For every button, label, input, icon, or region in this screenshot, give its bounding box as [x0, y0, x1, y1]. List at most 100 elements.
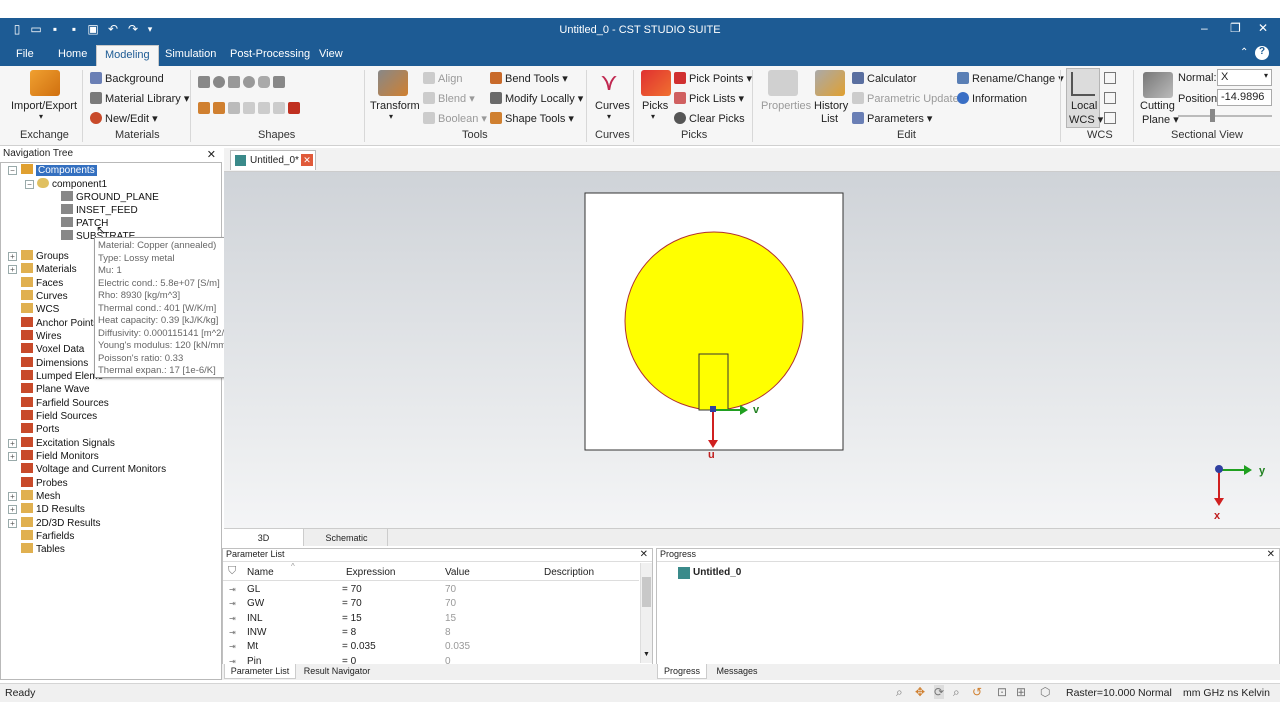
tree-item[interactable]: Field Monitors — [21, 450, 99, 463]
bend-tools-button[interactable]: Bend Tools ▾ — [490, 72, 568, 85]
clear-picks-button[interactable]: Clear Picks — [674, 112, 745, 125]
rotate-view-icon[interactable]: ⟳ — [934, 685, 945, 699]
cylinder-icon[interactable] — [258, 76, 270, 88]
expand-icon[interactable]: + — [8, 252, 17, 261]
table-row[interactable]: ⇥ INW = 8 8 — [223, 626, 639, 640]
tree-item[interactable]: Groups — [21, 250, 69, 263]
collapse-icon[interactable]: − — [25, 180, 34, 189]
transform-button[interactable]: Transform — [370, 100, 420, 112]
model-canvas[interactable] — [224, 172, 1280, 528]
expand-icon[interactable]: + — [8, 452, 17, 461]
rename-change-button[interactable]: Rename/Change ▾ — [957, 72, 1064, 85]
pick-points-button[interactable]: Pick Points ▾ — [674, 72, 752, 85]
trace-icon[interactable] — [273, 102, 285, 114]
tree-item-solid[interactable]: GROUND_PLANE — [61, 191, 159, 204]
tree-item[interactable]: Field Sources — [21, 410, 97, 423]
curves-button[interactable]: Curves — [595, 100, 630, 112]
parameters-button[interactable]: Parameters ▾ — [852, 112, 932, 125]
collapse-ribbon-icon[interactable]: ⌃ — [1240, 47, 1248, 58]
blend-button[interactable]: Blend ▾ — [423, 92, 475, 105]
tree-item[interactable]: Voxel Data — [21, 343, 84, 356]
tab-parameter-list[interactable]: Parameter List — [224, 664, 296, 679]
table-row[interactable]: ⇥ GW = 70 70 — [223, 597, 639, 611]
tree-item[interactable]: Farfield Sources — [21, 397, 109, 410]
cone-icon[interactable] — [228, 76, 240, 88]
tab-schematic[interactable]: Schematic — [306, 529, 388, 546]
close-tab-icon[interactable]: ✕ — [301, 154, 313, 166]
tree-item[interactable]: WCS — [21, 303, 59, 316]
tree-item[interactable]: Lumped Eleme — [21, 370, 103, 383]
pan-icon[interactable]: ✥ — [915, 685, 925, 699]
tree-item[interactable]: Faces — [21, 277, 63, 290]
sphere-icon[interactable] — [213, 76, 225, 88]
expand-icon[interactable]: + — [8, 265, 17, 274]
tree-item[interactable]: Curves — [21, 290, 68, 303]
param-expression-cell[interactable]: = 0.035 — [342, 641, 376, 652]
tab-modeling[interactable]: Modeling — [96, 45, 159, 66]
torus-icon[interactable] — [243, 76, 255, 88]
view-mode-indicator[interactable]: Normal — [1138, 687, 1172, 699]
sweep-icon[interactable] — [228, 102, 240, 114]
progress-item[interactable]: Untitled_0 — [693, 567, 741, 578]
tab-simulation[interactable]: Simulation — [157, 45, 224, 66]
tab-view[interactable]: View — [311, 45, 351, 66]
chevron-down-icon[interactable]: ▾ — [39, 112, 43, 121]
table-row[interactable]: ⇥ INL = 15 15 — [223, 612, 639, 626]
param-expression-cell[interactable]: = 15 — [342, 613, 362, 624]
tab-file[interactable]: File — [8, 45, 42, 66]
frame-icon[interactable]: ⊞ — [1016, 685, 1026, 699]
tree-item-component1[interactable]: component1 — [37, 178, 107, 191]
view-cube-icon[interactable]: ⬡ — [1040, 685, 1050, 699]
chevron-down-icon[interactable]: ▾ — [389, 112, 393, 121]
expand-icon[interactable]: + — [8, 439, 17, 448]
wire-icon[interactable] — [288, 102, 300, 114]
inset-feed-shape[interactable] — [698, 353, 729, 411]
document-tab[interactable]: Untitled_0* ✕ — [230, 150, 316, 170]
table-row[interactable]: ⇥ GL = 70 70 — [223, 583, 639, 597]
tree-item[interactable]: Ports — [21, 423, 59, 436]
tree-item[interactable]: Materials — [21, 263, 77, 276]
tree-item[interactable]: Mesh — [21, 490, 60, 503]
position-slider[interactable] — [1178, 115, 1272, 117]
normal-select[interactable]: X ▾ — [1217, 69, 1272, 86]
units-indicator[interactable]: mm GHz ns Kelvin — [1183, 687, 1270, 699]
zoom-fit-icon[interactable]: ⌕ — [953, 685, 960, 700]
column-description[interactable]: Description — [544, 567, 594, 578]
tree-item[interactable]: Tables — [21, 543, 65, 556]
loft-icon[interactable] — [213, 102, 225, 114]
boolean-button[interactable]: Boolean ▾ — [423, 112, 487, 125]
pick-lists-button[interactable]: Pick Lists ▾ — [674, 92, 744, 105]
parameter-scrollbar[interactable]: ▼ — [640, 563, 652, 663]
collapse-icon[interactable]: − — [8, 166, 17, 175]
chevron-down-icon[interactable]: ▾ — [651, 112, 655, 121]
expand-icon[interactable]: + — [8, 505, 17, 514]
brick-icon[interactable] — [198, 76, 210, 88]
shell-icon[interactable] — [258, 102, 270, 114]
maximize-icon[interactable]: ❐ — [1230, 21, 1241, 35]
new-edit-material-button[interactable]: New/Edit ▾ — [90, 112, 158, 125]
scroll-down-icon[interactable]: ▼ — [643, 651, 650, 658]
position-slider-handle[interactable] — [1210, 109, 1215, 122]
modify-locally-button[interactable]: Modify Locally ▾ — [490, 92, 583, 105]
tree-item[interactable]: Anchor Points — [21, 317, 98, 330]
expand-icon[interactable]: + — [8, 519, 17, 528]
zoom-icon[interactable]: ⌕ — [896, 685, 903, 700]
tree-item[interactable]: Plane Wave — [21, 383, 90, 396]
wcs-edit-icon[interactable] — [1104, 112, 1116, 124]
select-icon[interactable]: ⊡ — [997, 685, 1007, 699]
3d-viewport[interactable]: u v x y — [224, 172, 1280, 528]
wcs-transform-icon[interactable] — [1104, 92, 1116, 104]
rotate-icon[interactable] — [198, 102, 210, 114]
tree-item[interactable]: Probes — [21, 477, 68, 490]
column-value[interactable]: Value — [445, 567, 470, 578]
close-icon[interactable]: ✕ — [1267, 549, 1275, 560]
tab-progress[interactable]: Progress — [657, 664, 707, 679]
parametric-update-button[interactable]: Parametric Update — [852, 92, 959, 105]
column-expression[interactable]: Expression — [346, 567, 395, 578]
scrollbar-thumb[interactable] — [642, 577, 651, 607]
tree-item[interactable]: 2D/3D Results — [21, 517, 100, 530]
param-expression-cell[interactable]: = 8 — [342, 627, 356, 638]
wcs-align-icon[interactable] — [1104, 72, 1116, 84]
tab-3d[interactable]: 3D — [224, 529, 304, 546]
background-button[interactable]: Background — [90, 72, 164, 85]
